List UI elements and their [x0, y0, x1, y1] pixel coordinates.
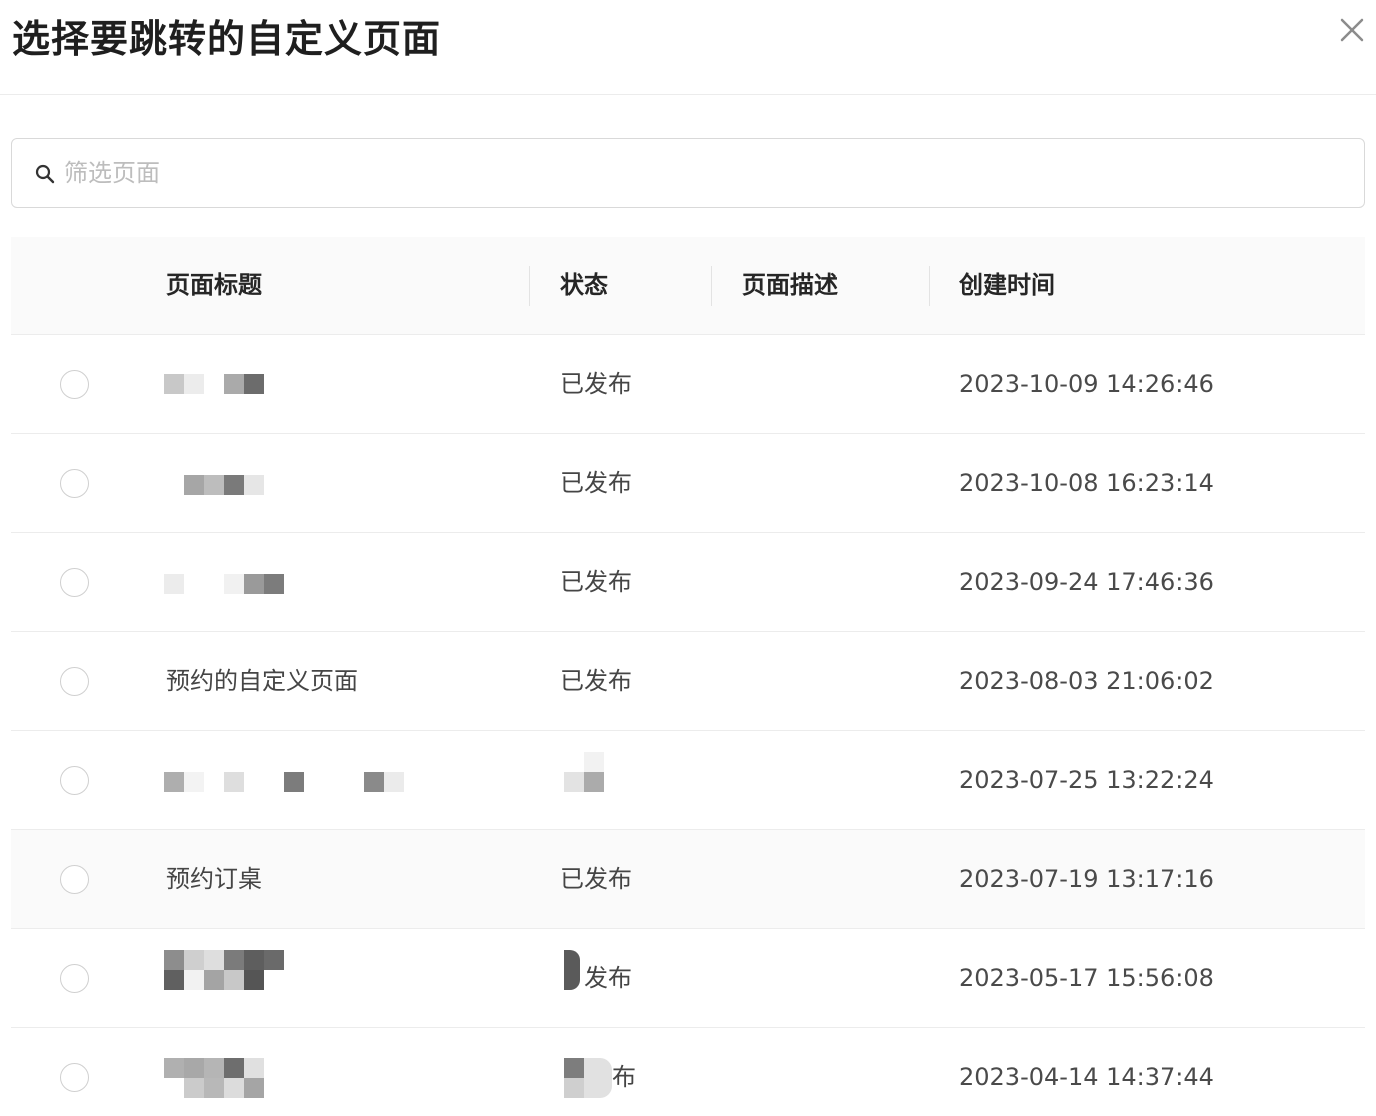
row-status: 布 [612, 1063, 636, 1091]
row-title: 预约的自定义页面 [166, 667, 358, 695]
row-select-radio[interactable] [60, 370, 89, 399]
row-created-time: 2023-08-03 21:06:02 [959, 667, 1214, 695]
column-divider [529, 266, 530, 306]
row-status: 已发布 [560, 865, 632, 893]
column-header-description: 页面描述 [742, 271, 838, 299]
table-row[interactable]: 预约订桌 已发布 2023-07-19 13:17:16 [11, 830, 1365, 929]
row-status: 已发布 [560, 370, 632, 398]
close-button[interactable] [1334, 12, 1370, 48]
row-created-time: 2023-04-14 14:37:44 [959, 1063, 1214, 1091]
table-row[interactable]: 已发布 2023-09-24 17:46:36 [11, 533, 1365, 632]
row-status: 已发布 [560, 469, 632, 497]
table-row[interactable]: 布 2023-04-14 14:37:44 [11, 1028, 1365, 1116]
redacted-title-mosaic [164, 434, 274, 532]
row-select-radio[interactable] [60, 568, 89, 597]
redacted-status-mosaic [564, 929, 584, 1027]
table-row[interactable]: 发布 2023-05-17 15:56:08 [11, 929, 1365, 1028]
row-created-time: 2023-07-19 13:17:16 [959, 865, 1214, 893]
redacted-title-mosaic [164, 335, 274, 433]
redacted-status-mosaic [564, 731, 604, 829]
row-status: 已发布 [560, 568, 632, 596]
dialog-title: 选择要跳转的自定义页面 [12, 17, 442, 61]
page-picker-dialog: 选择要跳转的自定义页面 页面标题 状态 页面描述 创建时间 [0, 0, 1376, 1116]
row-status: 发布 [584, 964, 632, 992]
table-header: 页面标题 状态 页面描述 创建时间 [11, 237, 1365, 335]
table-row[interactable]: 已发布 2023-10-08 16:23:14 [11, 434, 1365, 533]
row-select-radio[interactable] [60, 964, 89, 993]
close-icon [1340, 18, 1364, 42]
row-created-time: 2023-10-09 14:26:46 [959, 370, 1214, 398]
row-created-time: 2023-10-08 16:23:14 [959, 469, 1214, 497]
table-row[interactable]: 已发布 2023-10-09 14:26:46 [11, 335, 1365, 434]
redacted-title-mosaic [164, 929, 294, 1027]
row-created-time: 2023-05-17 15:56:08 [959, 964, 1214, 992]
row-select-radio[interactable] [60, 469, 89, 498]
row-status: 已发布 [560, 667, 632, 695]
row-title: 预约订桌 [166, 865, 262, 893]
row-created-time: 2023-07-25 13:22:24 [959, 766, 1214, 794]
pages-table: 页面标题 状态 页面描述 创建时间 已发布 2023-10-09 14:26:4… [11, 237, 1365, 1116]
search-box[interactable] [11, 138, 1365, 208]
search-input[interactable] [64, 147, 1344, 199]
column-divider [929, 266, 930, 306]
redacted-title-mosaic [164, 533, 294, 631]
search-icon [35, 164, 55, 184]
redacted-title-mosaic [164, 731, 414, 829]
row-select-radio[interactable] [60, 1063, 89, 1092]
row-select-radio[interactable] [60, 667, 89, 696]
column-divider [711, 266, 712, 306]
dialog-header: 选择要跳转的自定义页面 [0, 0, 1376, 95]
row-select-radio[interactable] [60, 865, 89, 894]
column-header-title: 页面标题 [166, 271, 262, 299]
table-row[interactable]: 预约的自定义页面 已发布 2023-08-03 21:06:02 [11, 632, 1365, 731]
row-select-radio[interactable] [60, 766, 89, 795]
table-row[interactable]: 2023-07-25 13:22:24 [11, 731, 1365, 830]
column-header-status: 状态 [560, 271, 608, 299]
row-created-time: 2023-09-24 17:46:36 [959, 568, 1214, 596]
redacted-title-mosaic [164, 1028, 274, 1116]
column-header-created: 创建时间 [959, 271, 1055, 299]
redacted-status-mosaic [564, 1028, 614, 1116]
